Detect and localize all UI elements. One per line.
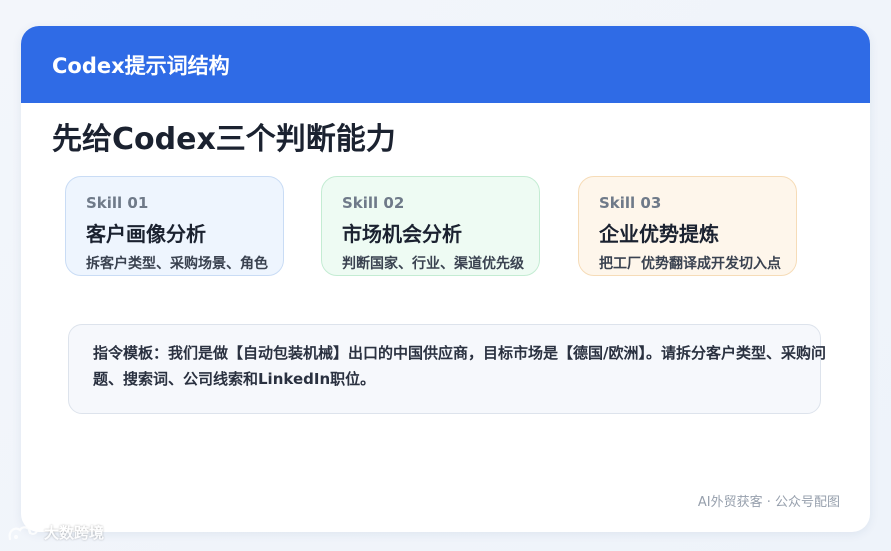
skill-name: 客户画像分析	[86, 222, 206, 246]
prompt-template-box: 指令模板：我们是做【自动包装机械】出口的中国供应商，目标市场是【德国/欧洲】。请…	[68, 324, 826, 414]
content-card: Codex提示词结构 先给Codex三个判断能力 Skill 01 客户画像分析…	[21, 26, 870, 532]
page-title: 先给Codex三个判断能力	[52, 122, 396, 157]
skill-number: Skill 01	[86, 194, 149, 212]
footer-note: AI外贸获客 · 公众号配图	[697, 495, 840, 510]
watermark-text: 大数跨境	[44, 524, 105, 542]
skill-number: Skill 03	[599, 194, 662, 212]
skill-card-3: Skill 03 企业优势提炼 把工厂优势翻译成开发切入点	[578, 176, 797, 276]
skill-description: 把工厂优势翻译成开发切入点	[599, 256, 781, 272]
prompt-template-text: 指令模板：我们是做【自动包装机械】出口的中国供应商，目标市场是【德国/欧洲】。请…	[93, 344, 826, 388]
skill-description: 判断国家、行业、渠道优先级	[342, 256, 524, 272]
skill-description: 拆客户类型、采购场景、角色	[86, 256, 268, 272]
dashu-logo-icon	[8, 525, 38, 541]
skill-card-1: Skill 01 客户画像分析 拆客户类型、采购场景、角色	[65, 176, 284, 276]
skill-name: 企业优势提炼	[599, 222, 719, 246]
watermark: 大数跨境	[6, 522, 104, 544]
card-header-title: Codex提示词结构	[52, 54, 230, 78]
skill-name: 市场机会分析	[342, 222, 462, 246]
card-header: Codex提示词结构	[21, 26, 870, 103]
skill-card-2: Skill 02 市场机会分析 判断国家、行业、渠道优先级	[321, 176, 540, 276]
skill-number: Skill 02	[342, 194, 405, 212]
